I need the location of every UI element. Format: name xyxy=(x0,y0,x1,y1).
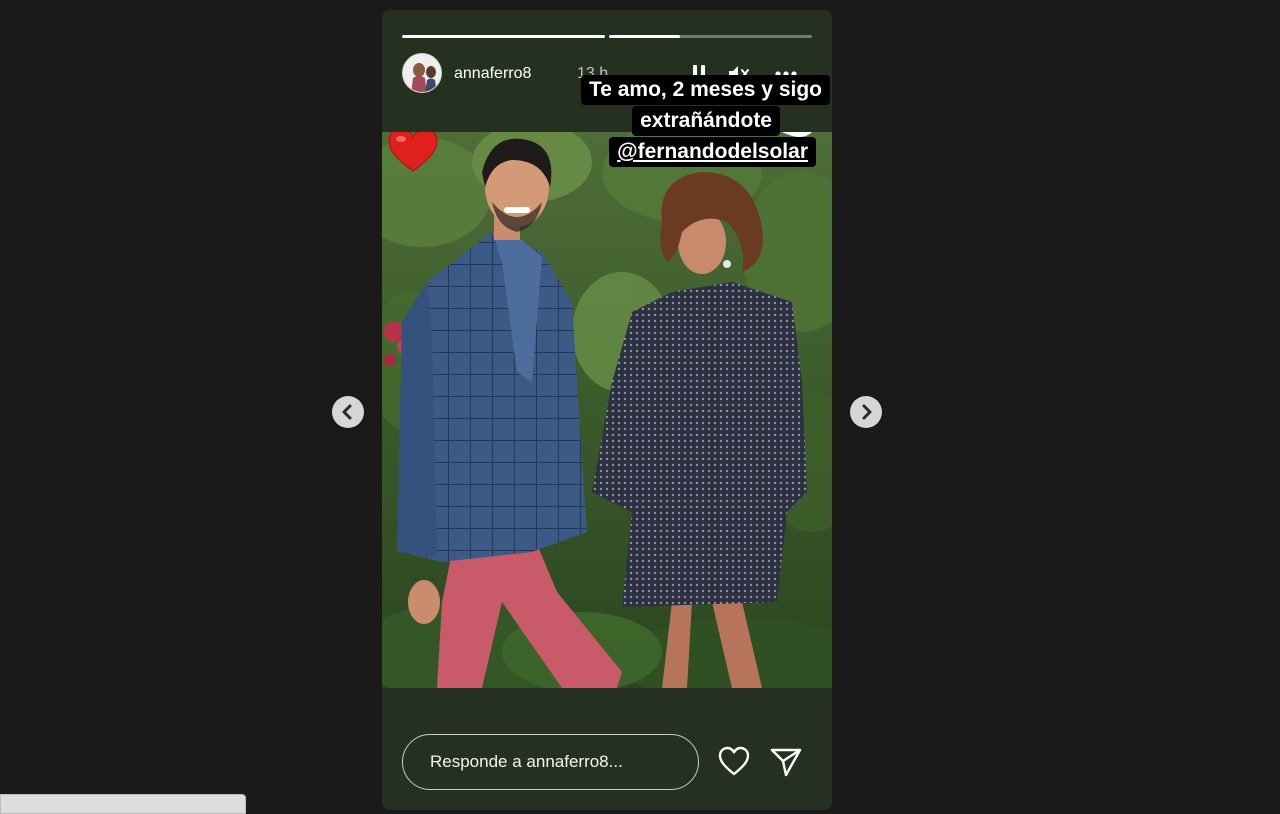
progress-segment xyxy=(402,35,605,38)
like-button[interactable] xyxy=(716,744,752,780)
story-photo-illustration xyxy=(382,132,832,688)
reply-bar: Responde a annaferro8... xyxy=(382,688,832,810)
story-photo xyxy=(382,132,832,688)
story-caption: Te amo, 2 meses y sigo extrañándote @fer… xyxy=(382,74,832,167)
send-paper-plane-icon xyxy=(770,748,802,777)
heart-outline-icon xyxy=(718,746,750,776)
caption-line: Te amo, 2 meses y sigo xyxy=(580,75,830,105)
caption-line: extrañándote xyxy=(632,106,780,136)
browser-status-bar xyxy=(0,794,246,814)
next-story-button[interactable] xyxy=(850,396,882,428)
story-viewer[interactable]: annaferro8 13 h Te amo, 2 meses y sigo e… xyxy=(382,10,832,810)
progress-segment xyxy=(609,35,812,38)
reply-placeholder: Responde a annaferro8... xyxy=(430,752,623,771)
send-button[interactable] xyxy=(768,744,804,780)
previous-story-button[interactable] xyxy=(332,396,364,428)
chevron-left-icon xyxy=(342,404,352,420)
caption-mention-link[interactable]: @fernandodelsolar xyxy=(609,137,816,167)
page: annaferro8 13 h Te amo, 2 meses y sigo e… xyxy=(0,0,1280,814)
chevron-right-icon xyxy=(862,404,872,420)
reply-input[interactable]: Responde a annaferro8... xyxy=(402,734,699,790)
story-progress-bar xyxy=(402,35,812,38)
